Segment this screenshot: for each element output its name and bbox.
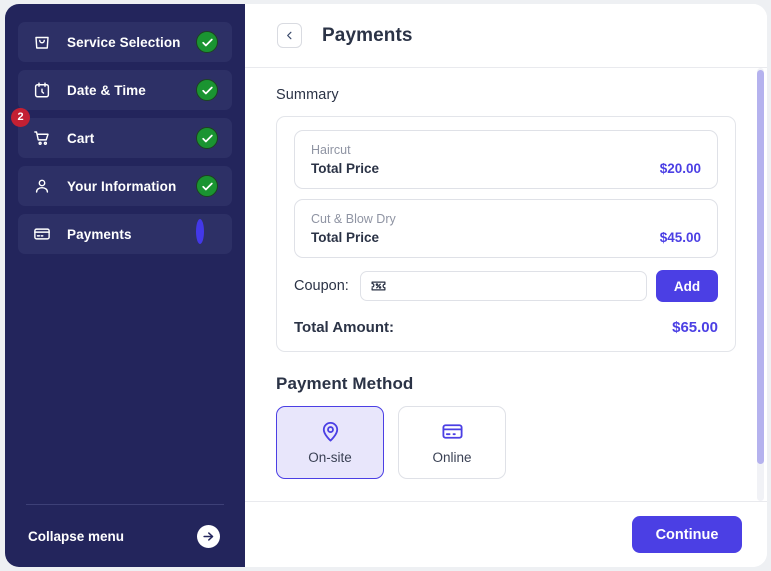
total-amount-value: $65.00: [672, 319, 718, 336]
service-price-row: Total Price $20.00: [311, 161, 701, 176]
credit-card-icon: [441, 420, 464, 443]
collapse-menu-area: Collapse menu: [5, 504, 245, 567]
back-button[interactable]: [277, 23, 302, 48]
payment-option-label: Online: [432, 450, 472, 465]
sidebar-step-list: Service Selection Date & Time 2 Cart You…: [5, 4, 245, 254]
sidebar: Service Selection Date & Time 2 Cart You…: [5, 4, 245, 567]
shopping-cart-icon: [33, 129, 51, 147]
sidebar-item-cart[interactable]: 2 Cart: [11, 108, 232, 158]
content-scroll-area: Summary Haircut Total Price $20.00 Cut &…: [245, 68, 767, 501]
scrollbar-thumb[interactable]: [757, 70, 764, 464]
summary-card: Haircut Total Price $20.00 Cut & Blow Dr…: [276, 116, 736, 352]
sidebar-item-label: Service Selection: [67, 34, 181, 50]
check-circle-icon: [196, 127, 218, 149]
add-coupon-button[interactable]: Add: [656, 270, 718, 302]
sidebar-item-status: [196, 31, 218, 53]
service-total-price-value: $20.00: [659, 161, 701, 176]
active-step-ring-icon: [196, 219, 204, 244]
coupon-label: Coupon:: [294, 278, 349, 294]
summary-service-item: Cut & Blow Dry Total Price $45.00: [294, 199, 718, 258]
calendar-clock-icon: [33, 81, 51, 99]
payment-method-options: On-site Online: [276, 406, 736, 479]
sidebar-item-status: [196, 219, 218, 245]
sidebar-item-status: [196, 127, 218, 149]
summary-section-title: Summary: [276, 87, 339, 103]
sidebar-item-label: Date & Time: [67, 82, 146, 98]
coupon-row: Coupon: Add: [294, 270, 718, 302]
payment-method-section-title: Payment Method: [276, 374, 414, 393]
page-header: Payments: [245, 4, 767, 68]
coupon-input-wrapper: [359, 271, 647, 301]
total-amount-row: Total Amount: $65.00: [294, 319, 718, 336]
footer-bar: Continue: [245, 501, 767, 567]
credit-card-icon: [33, 225, 51, 243]
cart-count-badge: 2: [11, 108, 30, 127]
user-icon: [33, 177, 51, 195]
payment-option-on-site[interactable]: On-site: [276, 406, 384, 479]
sidebar-item-status: [196, 175, 218, 197]
payment-option-online[interactable]: Online: [398, 406, 506, 479]
page-title: Payments: [322, 24, 413, 46]
check-circle-icon: [196, 175, 218, 197]
sidebar-item-label: Cart: [67, 130, 95, 146]
continue-button[interactable]: Continue: [632, 516, 742, 553]
sidebar-item-your-information[interactable]: Your Information: [18, 166, 232, 206]
payment-option-label: On-site: [308, 450, 352, 465]
sidebar-item-payments[interactable]: Payments: [18, 214, 232, 254]
service-name: Haircut: [311, 143, 351, 157]
chevron-left-icon: [284, 30, 295, 41]
sidebar-item-status: [196, 79, 218, 101]
service-total-price-value: $45.00: [659, 230, 701, 245]
check-circle-icon: [196, 31, 218, 53]
arrow-right-circle-icon[interactable]: [197, 524, 220, 548]
collapse-menu-label: Collapse menu: [28, 528, 125, 544]
sidebar-item-label: Payments: [67, 226, 132, 242]
summary-service-item: Haircut Total Price $20.00: [294, 130, 718, 189]
shopping-bag-icon: [33, 33, 51, 51]
service-total-price-label: Total Price: [311, 230, 380, 245]
booking-payments-screen: Service Selection Date & Time 2 Cart You…: [0, 0, 771, 571]
sidebar-item-date-time[interactable]: Date & Time: [18, 70, 232, 110]
service-price-row: Total Price $45.00: [311, 230, 701, 245]
total-amount-label: Total Amount:: [294, 319, 394, 336]
sidebar-item-label: Your Information: [67, 178, 177, 194]
sidebar-item-service-selection[interactable]: Service Selection: [18, 22, 232, 62]
coupon-input[interactable]: [359, 271, 647, 301]
service-name: Cut & Blow Dry: [311, 212, 396, 226]
check-circle-icon: [196, 79, 218, 101]
service-total-price-label: Total Price: [311, 161, 380, 176]
collapse-menu-button[interactable]: Collapse menu: [18, 505, 232, 567]
map-pin-icon: [319, 420, 342, 443]
main-panel: Payments Summary Haircut Total Price $20…: [245, 4, 767, 567]
